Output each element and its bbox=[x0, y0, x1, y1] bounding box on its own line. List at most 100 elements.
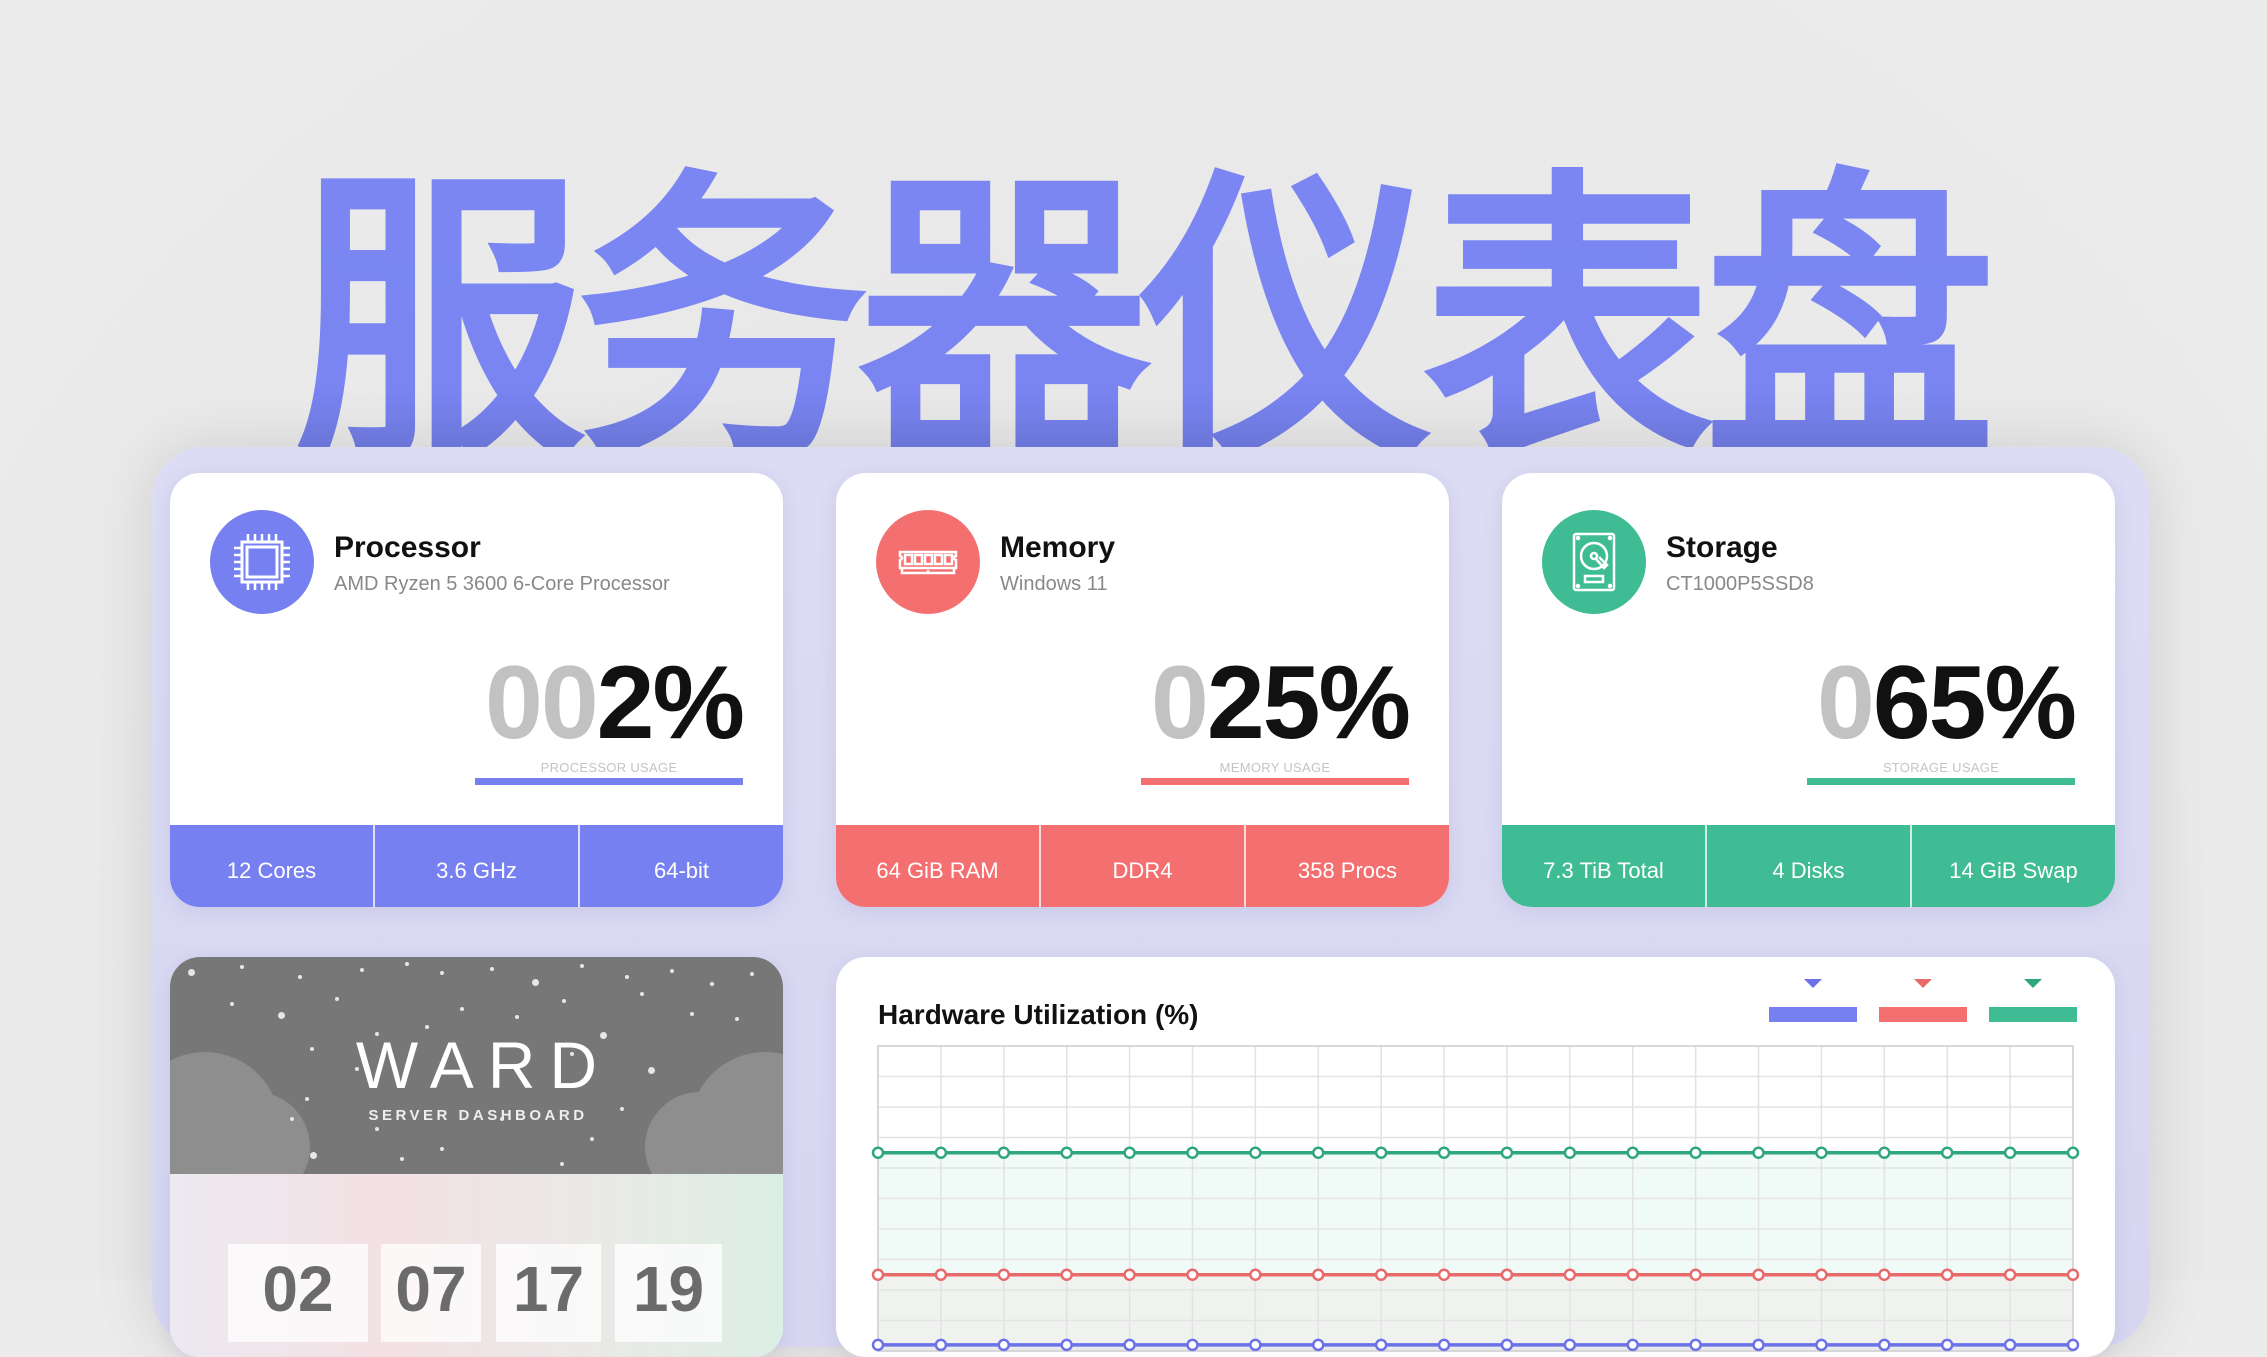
processor-architecture: 64-bit bbox=[653, 858, 710, 883]
data-point-memory bbox=[1878, 1268, 1891, 1281]
star bbox=[490, 967, 494, 971]
utilization-chart bbox=[871, 1045, 2080, 1352]
star bbox=[278, 1012, 285, 1019]
star bbox=[360, 968, 364, 972]
star bbox=[560, 1162, 564, 1166]
star bbox=[580, 964, 584, 968]
data-point-processor bbox=[997, 1338, 1011, 1352]
memory-usage-value: 025% bbox=[1151, 643, 1411, 763]
data-point-storage bbox=[1437, 1146, 1451, 1159]
usage-percent-sign: % bbox=[1318, 645, 1411, 761]
storage-model: CT1000P5SSD8 bbox=[1666, 573, 1814, 595]
storage-card: Storage CT1000P5SSD8 065% STORAGE USAGE … bbox=[1502, 473, 2115, 907]
hero-title: 服务器仪表盘 bbox=[190, 150, 2090, 463]
data-point-processor bbox=[2003, 1338, 2017, 1352]
data-point-memory bbox=[1626, 1268, 1639, 1281]
star bbox=[440, 1147, 444, 1151]
star bbox=[735, 1017, 739, 1021]
hard-drive-icon bbox=[1572, 532, 1616, 592]
data-point-memory bbox=[1815, 1268, 1828, 1281]
memory-icon-badge bbox=[876, 510, 980, 614]
memory-type: DDR4 bbox=[1041, 825, 1246, 907]
storage-usage-label: STORAGE USAGE bbox=[1882, 760, 2000, 775]
memory-card: Memory Windows 11 025% MEMORY USAGE 64 G… bbox=[836, 473, 1449, 907]
usage-padding: 00 bbox=[484, 645, 599, 761]
usage-number: 25 bbox=[1206, 645, 1321, 761]
data-point-processor bbox=[1500, 1338, 1514, 1352]
ward-logo-subtitle: SERVER DASHBOARD bbox=[368, 1107, 588, 1124]
star bbox=[460, 1007, 464, 1011]
data-point-storage bbox=[1249, 1146, 1262, 1159]
data-point-storage bbox=[1752, 1146, 1765, 1159]
data-point-processor bbox=[1815, 1338, 1828, 1352]
processor-title: Processor bbox=[334, 531, 481, 564]
data-point-memory bbox=[1563, 1268, 1577, 1281]
star bbox=[188, 969, 195, 976]
star bbox=[230, 1002, 234, 1006]
data-point-processor bbox=[934, 1338, 948, 1352]
star bbox=[240, 965, 244, 969]
data-point-processor bbox=[1689, 1338, 1702, 1352]
data-point-memory bbox=[1374, 1268, 1388, 1281]
storage-footer: 7.3 TiB Total 4 Disks 14 GiB Swap bbox=[1502, 825, 2115, 907]
data-point-storage bbox=[1626, 1146, 1639, 1159]
data-point-storage bbox=[1500, 1146, 1514, 1159]
usage-number: 65 bbox=[1872, 645, 1987, 761]
data-point-storage bbox=[1060, 1146, 1073, 1159]
data-point-processor bbox=[1312, 1338, 1325, 1352]
star bbox=[310, 1152, 317, 1159]
storage-usage-bar bbox=[1807, 778, 2075, 785]
usage-percent-sign: % bbox=[1984, 645, 2077, 761]
cpu-icon bbox=[234, 534, 290, 590]
data-point-storage bbox=[1123, 1146, 1136, 1159]
data-point-memory bbox=[997, 1268, 1011, 1281]
storage-swap: 14 GiB Swap bbox=[1949, 858, 2078, 883]
data-point-processor bbox=[1563, 1338, 1577, 1352]
data-point-memory bbox=[1249, 1268, 1262, 1281]
star bbox=[298, 975, 302, 979]
data-point-processor bbox=[1060, 1338, 1073, 1352]
star bbox=[625, 975, 629, 979]
data-point-storage bbox=[997, 1146, 1011, 1159]
memory-usage-label: MEMORY USAGE bbox=[1219, 760, 1331, 775]
data-point-memory bbox=[1437, 1268, 1451, 1281]
data-point-processor bbox=[1437, 1338, 1451, 1352]
memory-usage-bar bbox=[1141, 778, 1409, 785]
star bbox=[515, 1015, 519, 1019]
star bbox=[335, 997, 339, 1001]
data-point-processor bbox=[1186, 1338, 1199, 1352]
usage-bar-fill bbox=[1807, 778, 2075, 785]
processor-model: AMD Ryzen 5 3600 6-Core Processor bbox=[334, 573, 670, 595]
data-point-memory bbox=[1186, 1268, 1199, 1281]
storage-title: Storage bbox=[1666, 531, 1778, 564]
data-point-memory bbox=[871, 1268, 885, 1281]
star bbox=[440, 971, 444, 975]
star bbox=[532, 979, 539, 986]
series-area-memory bbox=[878, 1274, 2073, 1351]
ram-icon bbox=[898, 550, 958, 575]
usage-percent-sign: % bbox=[652, 645, 745, 761]
data-point-storage bbox=[1940, 1146, 1954, 1159]
ward-logo-title: WARD bbox=[355, 1028, 612, 1102]
storage-icon-badge bbox=[1542, 510, 1646, 614]
star bbox=[562, 999, 566, 1003]
star bbox=[590, 1137, 594, 1141]
uptime-clock-area: 02 07 17 19 bbox=[170, 1174, 783, 1357]
clock-minutes: 17 bbox=[496, 1244, 601, 1342]
data-point-storage bbox=[1186, 1146, 1199, 1159]
data-point-processor bbox=[1249, 1338, 1262, 1352]
processor-footer: 12 Cores 3.6 GHz 64-bit bbox=[170, 825, 783, 907]
star bbox=[405, 962, 409, 966]
processor-cores: 12 Cores bbox=[170, 825, 375, 907]
processor-card: Processor AMD Ryzen 5 3600 6-Core Proces… bbox=[170, 473, 783, 907]
memory-os: Windows 11 bbox=[1000, 573, 1108, 595]
data-point-memory bbox=[934, 1268, 948, 1281]
ward-header-night-sky: WARD SERVER DASHBOARD bbox=[170, 957, 783, 1202]
usage-padding: 0 bbox=[1816, 645, 1875, 761]
clock-hours: 07 bbox=[381, 1244, 481, 1342]
memory-title: Memory bbox=[1000, 531, 1116, 564]
data-point-memory bbox=[1060, 1268, 1073, 1281]
storage-usage-value: 065% bbox=[1816, 643, 2077, 763]
star bbox=[690, 1012, 694, 1016]
data-point-storage bbox=[1312, 1146, 1325, 1159]
